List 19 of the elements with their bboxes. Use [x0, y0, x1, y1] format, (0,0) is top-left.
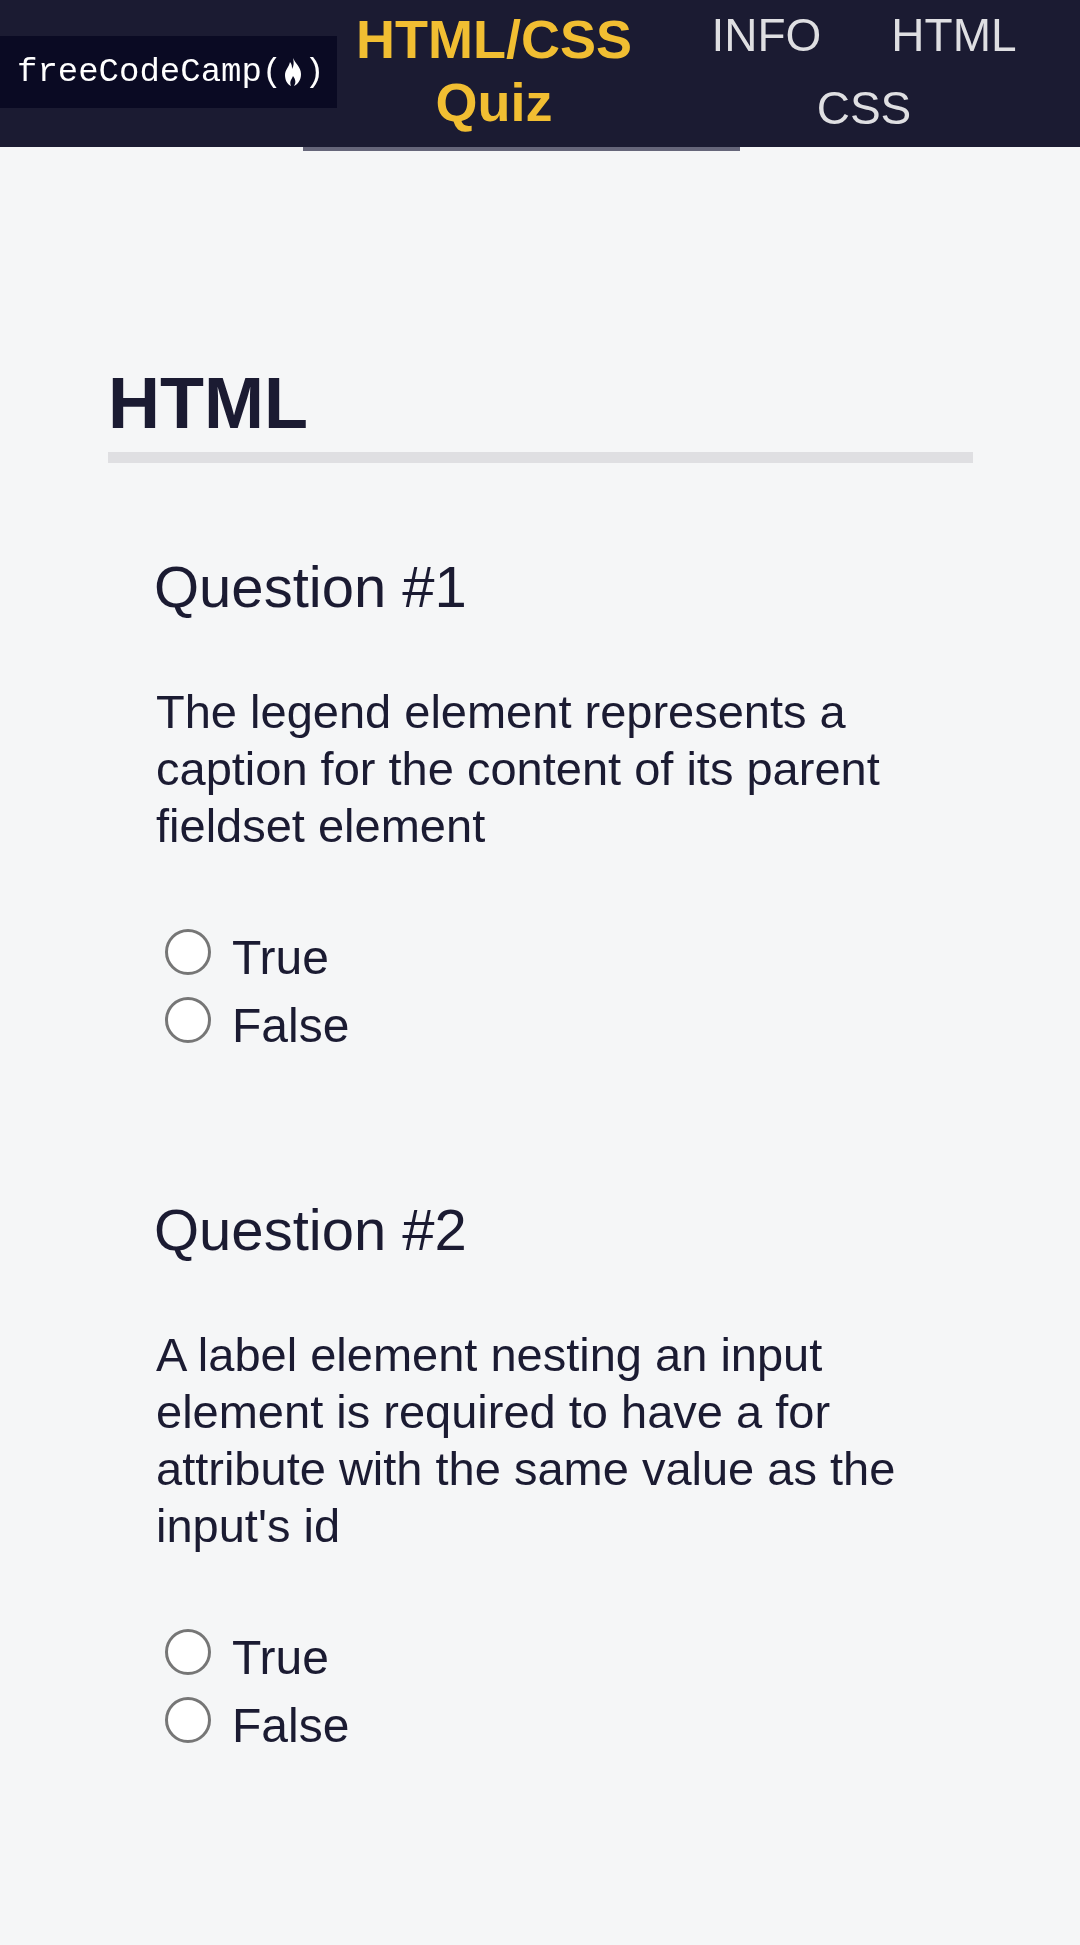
- option-label: True: [232, 930, 329, 986]
- radio-button[interactable]: [165, 929, 211, 975]
- logo-link[interactable]: freeCodeCamp( ): [0, 36, 337, 108]
- radio-button[interactable]: [165, 997, 211, 1043]
- option-label: False: [232, 1698, 350, 1754]
- radio-button[interactable]: [165, 1629, 211, 1675]
- question-text: A label element nesting an input element is required to have a for attribute with the same value as the input's id: [156, 1327, 897, 1554]
- option-label: False: [232, 998, 350, 1054]
- nav-link[interactable]: HTML: [871, 8, 1037, 63]
- flame-icon: [283, 58, 304, 86]
- question-title: Question #2: [154, 1196, 468, 1264]
- quiz-title: HTML/CSS Quiz: [355, 8, 633, 134]
- question-text: The legend element represents a caption for the content of its parent fieldset element: [156, 684, 881, 854]
- nav-link[interactable]: CSS: [796, 81, 932, 136]
- section-heading: HTML: [108, 362, 309, 445]
- nav-link[interactable]: INFO: [691, 8, 842, 63]
- option-label: True: [232, 1630, 329, 1686]
- question-title: Question #1: [154, 553, 468, 621]
- radio-button[interactable]: [165, 1697, 211, 1743]
